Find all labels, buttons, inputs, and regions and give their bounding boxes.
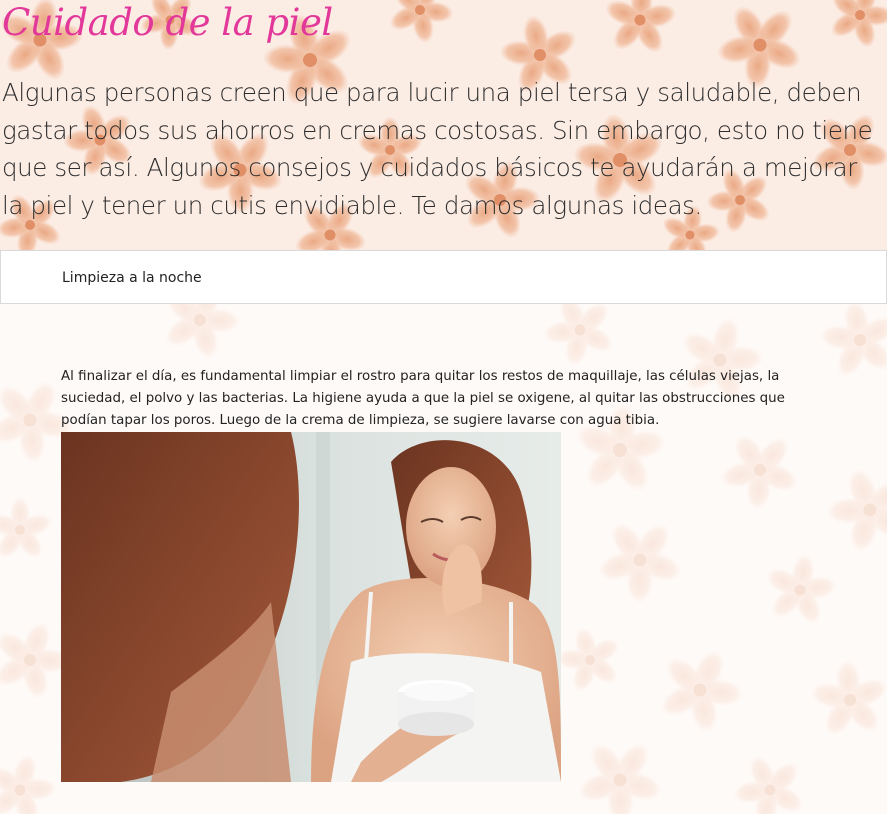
accordion-item-header[interactable]: Limpieza a la noche bbox=[0, 250, 887, 304]
accordion-item-text: Al finalizar el día, es fundamental limp… bbox=[61, 369, 785, 428]
page-title: Cuidado de la piel bbox=[2, 1, 333, 44]
intro-paragraph: Algunas personas creen que para lucir un… bbox=[2, 78, 873, 220]
woman-applying-cream-image bbox=[61, 432, 561, 782]
accordion-item-title: Limpieza a la noche bbox=[62, 270, 202, 286]
